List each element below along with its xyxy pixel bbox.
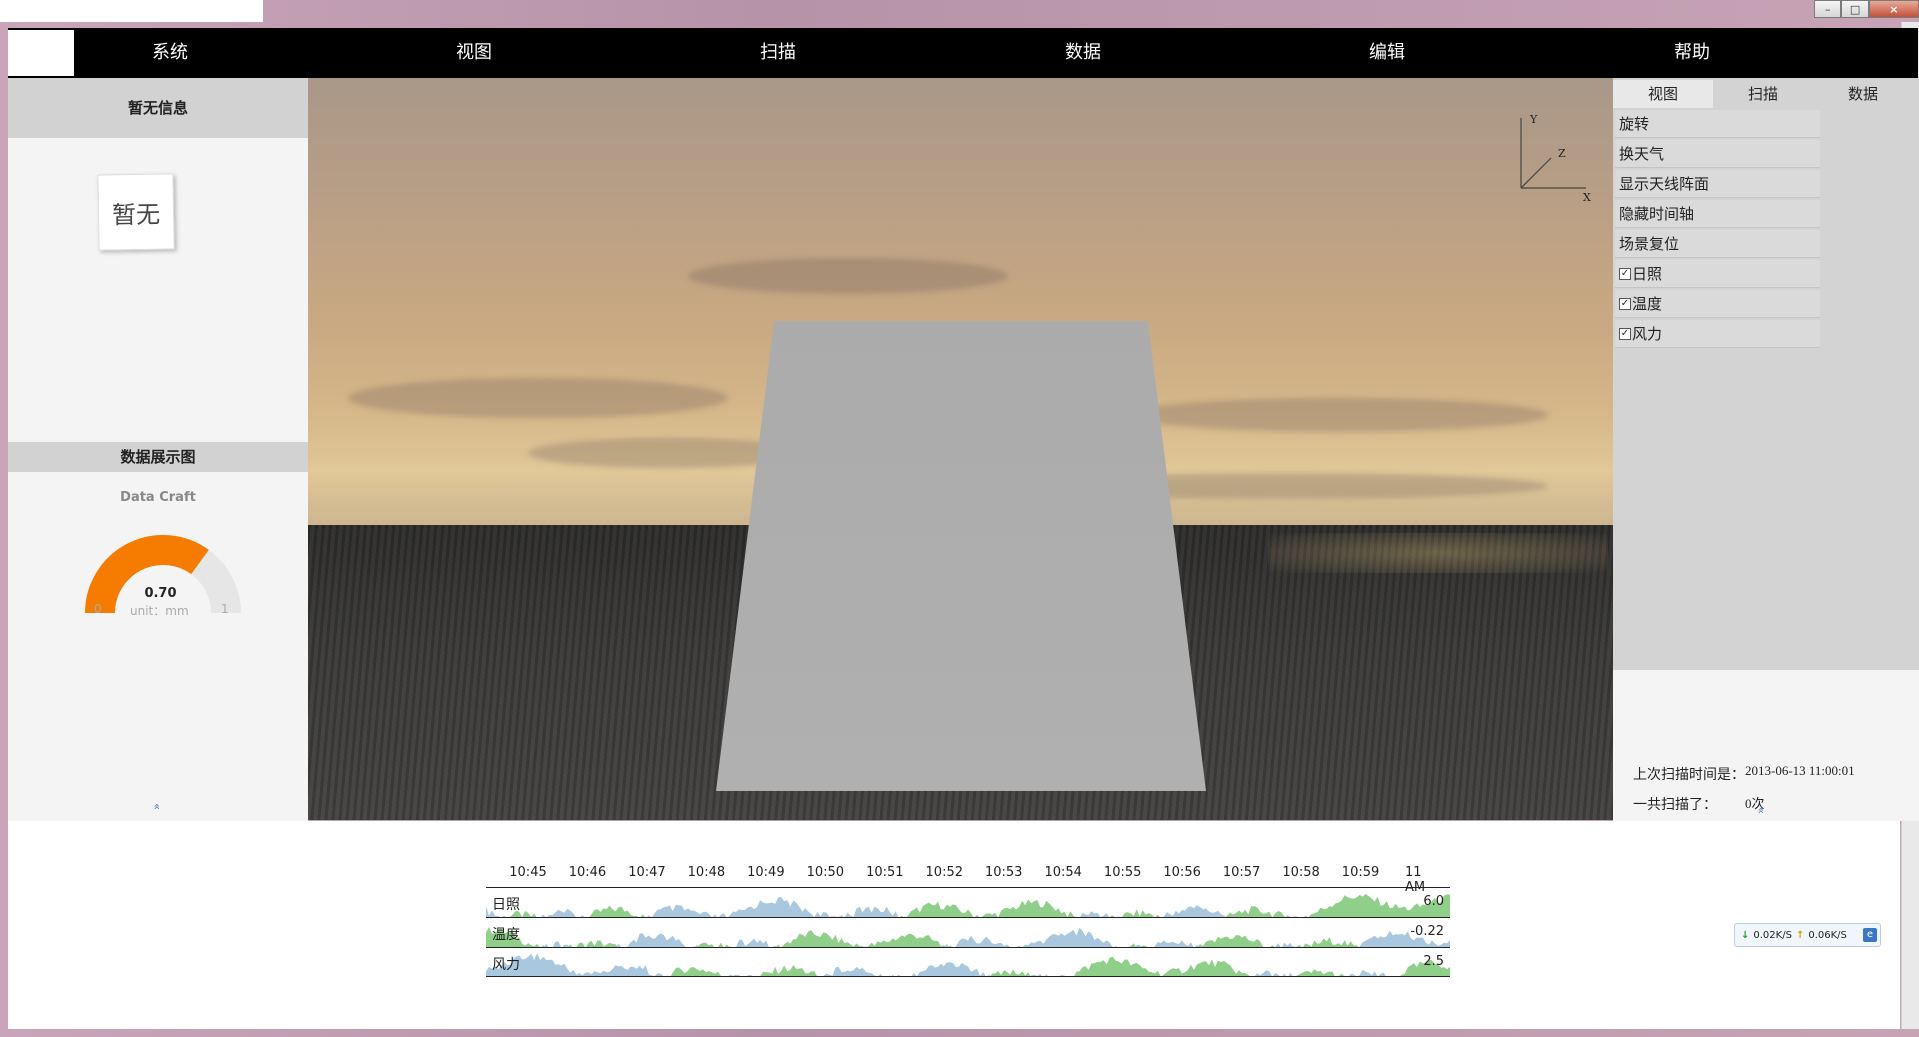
network-speed-widget[interactable]: ↓ 0.02K/S ↑ 0.06K/S e [1734, 923, 1881, 947]
placeholder-card: 暂无 [97, 173, 175, 251]
timeline-chart[interactable]: 10:45 10:46 10:47 10:48 10:49 10:50 10:51 10:52… [486, 865, 1450, 977]
timeline-row-label: 温度 [492, 927, 520, 943]
timeline-tick-label: 10:49 [747, 865, 785, 880]
timeline-tick-label: 10:52 [925, 865, 963, 880]
timeline-tick-label: 10:54 [1044, 865, 1082, 880]
timeline-tick-label: 10:46 [568, 865, 607, 880]
view-option-label: 旋转 [1619, 114, 1650, 133]
timeline-tick-label: 10:45 [509, 865, 547, 880]
chart-header: 数据展示图 [8, 442, 308, 472]
tab-scan[interactable]: 扫描 [1713, 80, 1813, 108]
view-option-label: 日照 [1632, 264, 1663, 283]
gauge-value: 0.70 [144, 586, 177, 601]
tab-data[interactable]: 数据 [1813, 80, 1913, 108]
timeline-row[interactable]: 风力 2.5 [486, 947, 1450, 977]
view-option-item[interactable]: 场景复位 [1615, 230, 1820, 258]
last-scan-label: 上次扫描时间是： [1633, 767, 1745, 783]
3d-viewport[interactable]: Y Z X [308, 78, 1613, 820]
checkbox[interactable]: ✓ [1619, 267, 1631, 280]
view-option-label: 场景复位 [1619, 234, 1680, 253]
gauge-min-label: 0 [94, 602, 102, 616]
timeline-series [486, 926, 1450, 947]
view-option-label: 隐藏时间轴 [1619, 204, 1695, 223]
timeline-tick-label: 10:48 [687, 865, 726, 880]
timeline-row[interactable]: 温度 -0.22 [486, 917, 1450, 947]
info-header: 暂无信息 [8, 78, 308, 138]
checkbox[interactable]: ✓ [1619, 297, 1631, 310]
axis-x-label: X [1583, 191, 1591, 204]
timeline-tick-label: 10:47 [628, 865, 666, 880]
timeline-series [486, 953, 1450, 976]
download-arrow-icon: ↓ [1741, 929, 1750, 941]
timeline-row-value: 6.0 [1423, 894, 1444, 909]
download-speed: 0.02K/S [1753, 929, 1792, 941]
timeline-row[interactable]: 日照 6.0 [486, 887, 1450, 917]
browser-icon[interactable]: e [1863, 928, 1877, 942]
view-option-label: 换天气 [1619, 144, 1665, 163]
close-button[interactable]: × [1868, 0, 1919, 18]
collapse-right-icon[interactable]: » [1754, 807, 1767, 814]
view-option-item[interactable]: 换天气 [1615, 140, 1820, 168]
axis-y-label: Y [1529, 113, 1538, 126]
collapse-left-icon[interactable]: » [150, 803, 163, 810]
menu-edit[interactable]: 编辑 [1317, 28, 1457, 78]
menu-bar: 系统 视图 扫描 数据 编辑 帮助 [8, 28, 1918, 78]
view-option-item[interactable]: ✓ 日照 [1615, 260, 1820, 288]
maximize-button[interactable]: □ [1841, 0, 1869, 18]
right-panel: 视图 扫描 数据 旋转 换天气 显示天线阵面 隐藏时间轴 场景复位 ✓ 日照 ✓ 温度 ✓ 风力 上… [1613, 78, 1919, 821]
view-option-item[interactable]: 旋转 [1615, 110, 1820, 138]
timeline-tick-label: 10:50 [806, 865, 845, 880]
view-option-item[interactable]: ✓ 风力 [1615, 320, 1820, 348]
tab-view[interactable]: 视图 [1613, 80, 1713, 108]
timeline-tick-label: 10:56 [1163, 865, 1201, 880]
scan-info: 上次扫描时间是： 2013-06-13 11:00:01 一共扫描了： 0次 [1613, 670, 1919, 821]
view-option-label: 风力 [1632, 324, 1663, 343]
gauge-title: Data Craft [120, 490, 196, 505]
right-panel-tabs: 视图 扫描 数据 [1613, 80, 1913, 108]
logo [8, 30, 74, 76]
gauge-unit-label: unit：mm [130, 604, 189, 618]
view-options-list: 旋转 换天气 显示天线阵面 隐藏时间轴 场景复位 ✓ 日照 ✓ 温度 ✓ 风力 [1615, 110, 1820, 350]
axis-gizmo: Y Z X [1520, 113, 1591, 204]
timeline-row-label: 风力 [492, 957, 520, 973]
view-option-label: 显示天线阵面 [1619, 174, 1710, 193]
timeline-tick-label: 10:57 [1222, 865, 1261, 880]
timeline-series [486, 894, 1450, 917]
timeline-tick-label: 10:59 [1341, 865, 1380, 880]
upload-speed: 0.06K/S [1808, 929, 1847, 941]
view-option-item[interactable]: ✓ 温度 [1615, 290, 1820, 318]
menu-scan[interactable]: 扫描 [708, 28, 848, 78]
left-panel: 暂无信息 暂无 数据展示图 Data Craft 0.70 0 unit：mm … [8, 78, 308, 821]
view-option-item[interactable]: 显示天线阵面 [1615, 170, 1820, 198]
timeline-row-label: 日照 [492, 897, 520, 913]
positive-area [502, 894, 1450, 917]
menu-view[interactable]: 视图 [404, 28, 544, 78]
antenna-panel-model[interactable] [308, 78, 1613, 820]
timeline-tick-label: 10:55 [1103, 865, 1142, 880]
timeline-tick-label: 10:51 [866, 865, 904, 880]
view-option-label: 温度 [1632, 294, 1663, 313]
timeline-row-value: -0.22 [1410, 924, 1444, 939]
timeline-tick-label: 10:58 [1282, 865, 1320, 880]
checkbox[interactable]: ✓ [1619, 327, 1631, 340]
menu-help[interactable]: 帮助 [1622, 28, 1762, 78]
scan-count-label: 一共扫描了： [1633, 797, 1717, 813]
gauge-max-label: 1 [221, 602, 229, 616]
timeline-tick-label: 10:53 [984, 865, 1023, 880]
upload-arrow-icon: ↑ [1795, 929, 1805, 941]
timeline-axis: 10:45 10:46 10:47 10:48 10:49 10:50 10:51 10:52… [486, 865, 1450, 895]
timeline-row-value: 2.5 [1423, 954, 1444, 969]
timeline-area: 10:45 10:46 10:47 10:48 10:49 10:50 10:51 10:52… [8, 821, 1900, 1029]
axis-z-label: Z [1558, 147, 1566, 160]
menu-system[interactable]: 系统 [100, 28, 240, 78]
view-option-item[interactable]: 隐藏时间轴 [1615, 200, 1820, 228]
last-scan-value: 2013-06-13 11:00:01 [1745, 763, 1855, 778]
window-controls: – □ × [1814, 0, 1919, 18]
window-title-area [0, 0, 263, 22]
menu-data[interactable]: 数据 [1013, 28, 1153, 78]
minimize-button[interactable]: – [1814, 0, 1842, 18]
